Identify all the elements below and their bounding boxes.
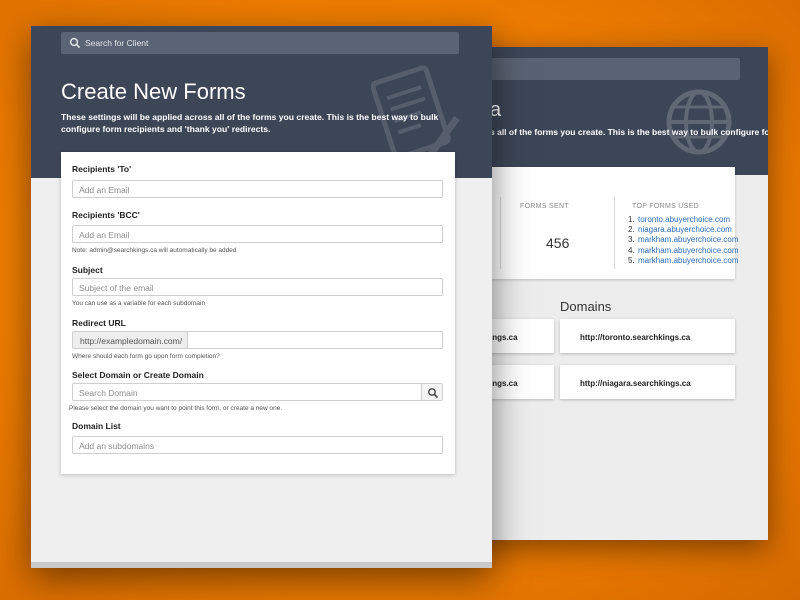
page-title: Create New Forms: [61, 79, 246, 104]
front-window: Search for Client Create New Forms These…: [31, 26, 492, 568]
redirect-url-prefix-text: http://exampledomain.com/: [80, 336, 183, 346]
domain-search-placeholder: Search Domain: [79, 388, 138, 398]
list-item: 4. markham.abuyerchoice.com: [628, 246, 738, 256]
recipients-bcc-input[interactable]: Add an Email: [72, 225, 443, 243]
list-item: 1. toronto.abuyerchoice.com: [628, 215, 738, 225]
list-item: 2. niagara.abuyerchoice.com: [628, 225, 738, 235]
top-forms-list: 1. toronto.abuyerchoice.com 2. niagara.abu…: [628, 215, 738, 266]
search-icon: [69, 37, 81, 49]
recipients-bcc-label: Recipients 'BCC': [72, 210, 140, 220]
domain-card[interactable]: http://niagara.searchkings.ca: [560, 365, 735, 399]
client-search-input[interactable]: Search for Client: [61, 32, 459, 54]
list-number: 2.: [628, 225, 635, 235]
subject-note: You can use as a variable for each subdo…: [72, 300, 206, 307]
list-number: 5.: [628, 255, 635, 265]
domain-search-button[interactable]: [421, 383, 443, 401]
redirect-url-label: Redirect URL: [72, 318, 126, 328]
list-number: 3.: [628, 235, 635, 245]
top-form-link[interactable]: toronto.abuyerchoice.com: [638, 215, 730, 224]
globe-icon: [666, 89, 732, 155]
subject-placeholder: Subject of the email: [79, 283, 154, 293]
list-number: 4.: [628, 245, 635, 255]
domain-list-input[interactable]: Add an subdomains: [72, 436, 443, 454]
top-forms-label: TOP FORMS USED: [632, 203, 699, 210]
domain-card-label: ings.ca: [490, 379, 518, 388]
recipients-bcc-note: Note: admin@searchkings.ca will automati…: [72, 247, 237, 254]
recipients-bcc-placeholder: Add an Email: [79, 230, 130, 240]
divider: [500, 197, 501, 269]
domain-card[interactable]: http://toronto.searchkings.ca: [560, 319, 735, 353]
back-search-bar[interactable]: [490, 58, 740, 80]
redirect-url-note: Where should each form go upon form comp…: [72, 353, 220, 360]
recipients-to-input[interactable]: Add an Email: [72, 180, 443, 198]
domain-card-label: http://toronto.searchkings.ca: [580, 333, 691, 342]
top-form-link[interactable]: markham.abuyerchoice.com: [638, 246, 738, 255]
recipients-to-placeholder: Add an Email: [79, 185, 130, 195]
forms-sent-label: FORMS SENT: [520, 203, 569, 210]
divider: [614, 197, 615, 269]
search-icon: [428, 388, 439, 399]
forms-sent-value: 456: [546, 235, 570, 251]
domain-card-label: ings.ca: [490, 333, 518, 342]
top-form-link[interactable]: markham.abuyerchoice.com: [638, 256, 738, 265]
domain-list-label: Domain List: [72, 421, 121, 431]
list-item: 5. markham.abuyerchoice.com: [628, 256, 738, 266]
list-number: 1.: [628, 215, 635, 224]
domain-card-label: http://niagara.searchkings.ca: [580, 379, 691, 388]
stats-card: FORMS SENT 456 TOP FORMS USED 1. toronto.…: [470, 167, 738, 279]
domain-list-placeholder: Add an subdomains: [79, 441, 155, 451]
domains-heading: Domains: [560, 299, 612, 314]
top-form-link[interactable]: markham.abuyerchoice.com: [638, 235, 738, 244]
subject-label: Subject: [72, 265, 103, 275]
search-placeholder: Search for Client: [85, 38, 149, 48]
domain-search-input[interactable]: Search Domain: [72, 383, 422, 401]
recipients-to-label: Recipients 'To': [72, 164, 132, 174]
back-window: a s all of the forms you create. This is…: [470, 47, 768, 540]
list-item: 3. markham.abuyerchoice.com: [628, 235, 738, 245]
form-card: Recipients 'To' Add an Email Recipients …: [61, 152, 455, 474]
redirect-url-input[interactable]: [187, 331, 443, 349]
subject-input[interactable]: Subject of the email: [72, 278, 443, 296]
select-domain-label: Select Domain or Create Domain: [72, 370, 204, 380]
back-header: a s all of the forms you create. This is…: [470, 47, 768, 175]
top-form-link[interactable]: niagara.abuyerchoice.com: [638, 225, 732, 234]
select-domain-note: Please select the domain you want to poi…: [69, 405, 283, 412]
redirect-url-prefix: http://exampledomain.com/: [72, 331, 187, 349]
